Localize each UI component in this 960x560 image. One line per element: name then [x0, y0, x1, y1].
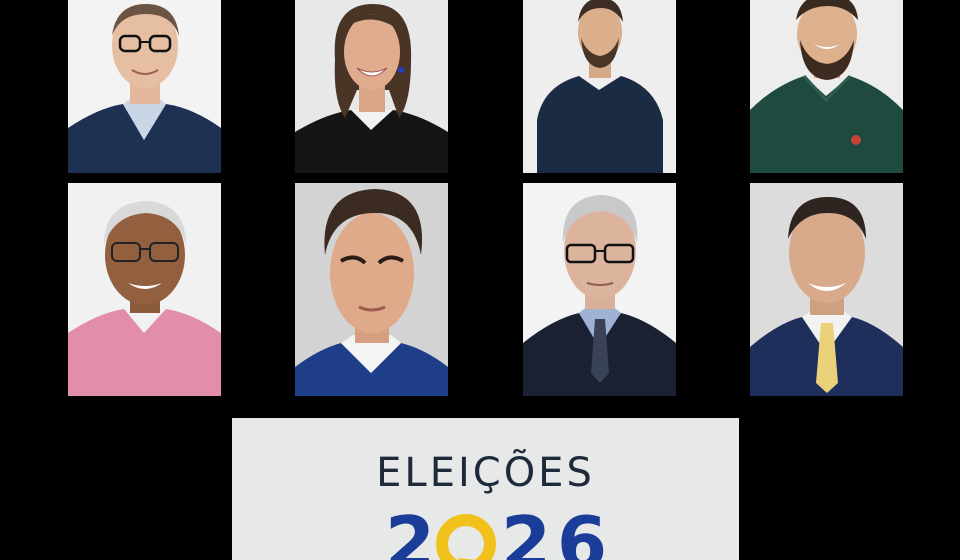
year-digit-4: 6: [557, 501, 607, 560]
candidate-photo-7: [523, 183, 676, 396]
speech-bubble-icon: [436, 514, 496, 560]
candidate-photo-5: [68, 183, 221, 396]
year-digit-3: 2: [501, 501, 551, 560]
candidate-photo-4: [750, 0, 903, 173]
candidate-photo-2: [295, 0, 448, 173]
banner-year-logo: 2 2 6: [232, 494, 739, 560]
elections-banner: ELEIÇÕES 2 2 6: [232, 418, 739, 560]
candidate-photo-3: [523, 0, 676, 173]
candidate-photo-1: [68, 0, 221, 173]
banner-title: ELEIÇÕES: [376, 450, 595, 496]
candidate-photo-6: [295, 183, 448, 396]
year-digit-1: 2: [385, 501, 435, 560]
candidate-photo-8: [750, 183, 903, 396]
